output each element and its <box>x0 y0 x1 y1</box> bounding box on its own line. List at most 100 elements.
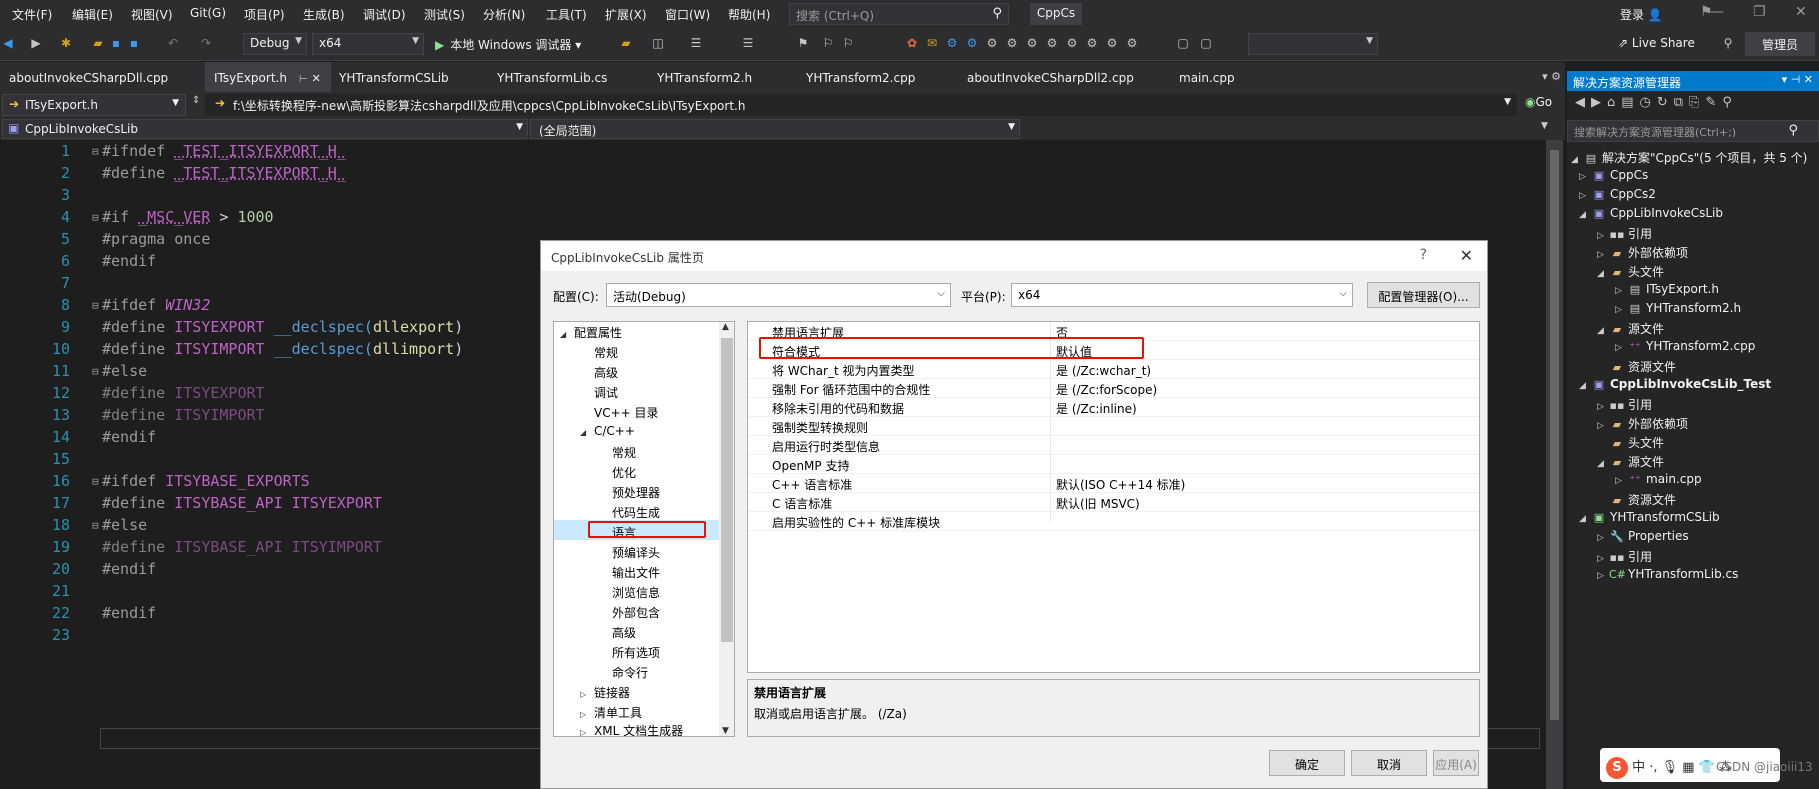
solution-explorer-toolbar[interactable]: ◀▶⌂▤◷↻⧉⎘✎⚲ <box>1567 93 1819 117</box>
tree-node[interactable]: 浏览信息 <box>612 584 660 601</box>
editor-scrollbar[interactable] <box>1546 140 1563 789</box>
expand-icon[interactable]: ▷ <box>580 710 594 719</box>
expand-icon[interactable]: ◢ <box>1597 326 1609 336</box>
tool-icon[interactable]: ⚙ <box>1024 35 1040 51</box>
tree-item-file[interactable]: ▷ ▤ ITsyExport.h <box>1615 282 1719 301</box>
tab-yhtransformcslib[interactable]: YHTransformCSLib <box>330 62 459 92</box>
tree-node[interactable]: 优化 <box>612 464 636 481</box>
tab-main-cpp[interactable]: main.cpp <box>1170 62 1245 92</box>
property-value[interactable]: 是 (/Zc:inline) <box>1056 400 1137 417</box>
property-row[interactable]: 启用实验性的 C++ 标准库模块 <box>748 512 1479 531</box>
ok-button[interactable]: 确定 <box>1269 750 1345 776</box>
expand-icon[interactable]: ◢ <box>1571 155 1583 165</box>
tree-item-file[interactable]: ▷ ⁺⁺ YHTransform2.cpp <box>1615 339 1755 358</box>
forward-icon[interactable]: ▶ <box>28 35 44 51</box>
tree-item-folder[interactable]: ▷ ▰ 外部依赖项 <box>1597 244 1688 263</box>
comment-icon[interactable]: ☰ <box>740 35 756 51</box>
tree-node[interactable]: 预处理器 <box>612 484 660 501</box>
tree-node[interactable]: 所有选项 <box>612 644 660 661</box>
tree-item-folder[interactable]: ▷ ▰ 外部依赖项 <box>1597 415 1688 434</box>
close-icon[interactable]: ✕ <box>1460 246 1473 265</box>
undo-icon[interactable]: ↶ <box>165 35 181 51</box>
tree-item-project[interactable]: ◢ ▣ YHTransformCSLib <box>1579 510 1720 529</box>
bookmark-prev-icon[interactable]: ⚐ <box>820 35 836 51</box>
menu-file[interactable]: 文件(F) <box>12 6 52 23</box>
file-dropdown[interactable]: ➔ ITsyExport.h ▼ <box>2 94 186 116</box>
property-row[interactable]: 强制类型转换规则 <box>748 417 1479 436</box>
save-icon[interactable]: ▪ <box>108 35 124 51</box>
property-value[interactable]: 是 (/Zc:wchar_t) <box>1056 362 1151 379</box>
property-value[interactable]: 默认(ISO C++14 标准) <box>1056 476 1185 493</box>
expand-icon[interactable]: ◢ <box>560 330 574 339</box>
close-window-icon[interactable]: ✕ <box>1795 4 1807 20</box>
expand-icon[interactable]: ◢ <box>1597 459 1609 469</box>
property-row[interactable]: 将 WChar_t 视为内置类型 是 (/Zc:wchar_t) <box>748 360 1479 379</box>
expand-icon[interactable]: ◢ <box>580 428 594 437</box>
bookmark-next-icon[interactable]: ⚐ <box>840 35 856 51</box>
expand-icon[interactable]: ◢ <box>1579 514 1591 524</box>
open-folder-icon[interactable]: ▰ <box>90 35 106 51</box>
expand-icon[interactable]: ▷ <box>1579 191 1591 201</box>
property-row[interactable]: 启用运行时类型信息 <box>748 436 1479 455</box>
chevron-down-icon[interactable]: ▼ <box>1541 121 1548 131</box>
panel-controls-icon[interactable]: ▾ ⊣ ✕ <box>1782 73 1813 86</box>
tree-node[interactable]: 命令行 <box>612 664 648 681</box>
help-icon[interactable]: ? <box>1420 247 1427 263</box>
expand-icon[interactable]: ▷ <box>1597 554 1609 564</box>
tree-item-references[interactable]: ▷ ▪▪ 引用 <box>1597 396 1652 415</box>
tree-item-folder[interactable]: ◢ ▰ 头文件 <box>1597 263 1664 282</box>
tab-yhtransform2-cpp[interactable]: YHTransform2.cpp <box>797 62 925 92</box>
project-scope-dropdown[interactable]: ▣ CppLibInvokeCsLib ▼ <box>2 119 528 139</box>
expand-icon[interactable]: ▷ <box>1597 571 1609 581</box>
tree-item-file[interactable]: ▷ ▤ YHTransform2.h <box>1615 301 1741 320</box>
tab-aboutinvokecsharpdll-cpp[interactable]: aboutInvokeCSharpDll.cpp <box>0 62 178 92</box>
vs-search-box[interactable]: 搜索 (Ctrl+Q) ⚲ <box>789 3 1009 25</box>
tool-icon[interactable]: ⚙ <box>964 35 980 51</box>
tool-icon[interactable]: ⚙ <box>944 35 960 51</box>
back-icon[interactable]: ◀ <box>0 35 16 51</box>
tab-itsyexport-h[interactable]: ITsyExport.h ⊢ ✕ <box>205 62 331 92</box>
expand-icon[interactable]: ◢ <box>1579 210 1591 220</box>
tree-item-references[interactable]: ▷ ▪▪ 引用 <box>1597 225 1652 244</box>
tree-item-folder[interactable]: ◢ ▰ 源文件 <box>1597 453 1664 472</box>
fold-toggle-icon[interactable]: ⊟ <box>92 299 99 312</box>
config-manager-button[interactable]: 配置管理器(O)... <box>1367 282 1480 308</box>
restore-icon[interactable]: ❐ <box>1753 4 1766 20</box>
login-link[interactable]: 登录 👤 <box>1620 6 1663 23</box>
tree-node[interactable]: 输出文件 <box>612 564 660 581</box>
tool-icon[interactable]: ⚙ <box>1084 35 1100 51</box>
tree-node[interactable]: 高级 <box>612 624 636 641</box>
tree-item-properties[interactable]: ▷ 🔧 Properties <box>1597 529 1689 548</box>
menu-build[interactable]: 生成(B) <box>303 6 345 23</box>
tree-node[interactable]: 调试 <box>594 384 618 401</box>
tree-item-folder[interactable]: ▰ 头文件 <box>1597 434 1664 453</box>
solution-search-input[interactable]: 搜索解决方案资源管理器(Ctrl+;) ⚲ <box>1567 120 1819 142</box>
tool-icon[interactable]: ▢ <box>1198 35 1214 51</box>
menu-debug[interactable]: 调试(D) <box>363 6 406 23</box>
tree-item-references[interactable]: ▷ ▪▪ 引用 <box>1597 548 1652 567</box>
tree-item-folder[interactable]: ◢ ▰ 源文件 <box>1597 320 1664 339</box>
tool-icon[interactable]: ⚙ <box>1004 35 1020 51</box>
expand-icon[interactable]: ▷ <box>580 728 594 736</box>
tree-item-startup-project[interactable]: ◢ ▣ CppLibInvokeCsLib_Test <box>1579 377 1771 396</box>
expand-icon[interactable]: ▷ <box>1597 533 1609 543</box>
tab-overflow-icon[interactable]: ▾ ⚙ <box>1542 70 1561 83</box>
tool-icon[interactable]: ⚙ <box>1064 35 1080 51</box>
close-icon[interactable]: ✕ <box>312 72 321 85</box>
tree-node-manifest[interactable]: ▷ 清单工具 <box>580 704 642 721</box>
expand-icon[interactable]: ▷ <box>1615 476 1627 486</box>
fold-toggle-icon[interactable]: ⊟ <box>92 475 99 488</box>
property-row[interactable]: 移除未引用的代码和数据 是 (/Zc:inline) <box>748 398 1479 417</box>
screenshot-icon[interactable]: ◫ <box>650 35 666 51</box>
fold-toggle-icon[interactable]: ⊟ <box>92 519 99 532</box>
menu-project[interactable]: 项目(P) <box>244 6 285 23</box>
start-debug-button[interactable]: ▶ 本地 Windows 调试器 ▾ <box>435 36 581 53</box>
live-share-button[interactable]: ⇗ Live Share <box>1618 36 1695 50</box>
new-project-icon[interactable]: ✱ <box>58 35 74 51</box>
expand-icon[interactable]: ◢ <box>1597 269 1609 279</box>
find-combo[interactable]: ▼ <box>1248 33 1378 55</box>
scroll-down-icon[interactable]: ▼ <box>722 726 729 736</box>
menu-help[interactable]: 帮助(H) <box>728 6 770 23</box>
pin-icon[interactable]: ⊢ <box>299 74 308 85</box>
expand-icon[interactable]: ▷ <box>1615 305 1627 315</box>
